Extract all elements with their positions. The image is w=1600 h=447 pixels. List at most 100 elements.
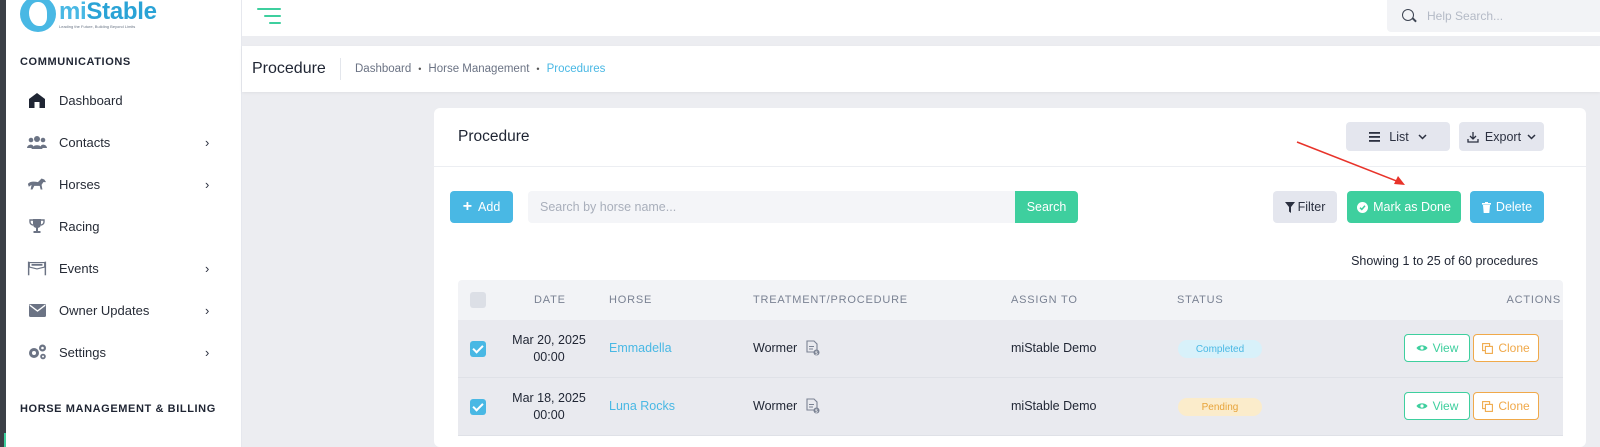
row-checkbox[interactable] (470, 341, 486, 357)
sidebar-item-label: Owner Updates (59, 302, 150, 318)
mark-as-done-label: Mark as Done (1373, 200, 1451, 214)
brand-logo[interactable]: miStable Leading the Future, Building Be… (20, 0, 157, 32)
view-button[interactable]: View (1404, 334, 1470, 362)
filter-label: Filter (1297, 200, 1326, 214)
help-search (1387, 0, 1600, 32)
view-button[interactable]: View (1404, 392, 1470, 420)
brand-name: miStable (59, 0, 157, 25)
filter-icon (1284, 201, 1295, 213)
document-icon[interactable]: $ (806, 340, 820, 361)
top-bar (242, 0, 1600, 36)
section-title-communications: COMMUNICATIONS (20, 56, 131, 68)
column-header-status[interactable]: STATUS (1177, 294, 1224, 306)
row-checkbox[interactable] (470, 399, 486, 415)
delete-label: Delete (1495, 200, 1533, 214)
time-value: 00:00 (533, 408, 565, 422)
svg-text:$: $ (815, 408, 818, 414)
sidebar-item-dashboard[interactable]: Dashboard (6, 83, 242, 117)
home-icon (27, 90, 47, 110)
copy-icon (1482, 400, 1494, 412)
sidebar-item-label: Horses (59, 176, 101, 192)
breadcrumb-horse-management[interactable]: Horse Management (428, 63, 529, 75)
users-icon (27, 132, 47, 152)
view-label: View (1432, 341, 1459, 355)
card-title: Procedure (458, 128, 530, 145)
document-icon[interactable]: $ (806, 398, 820, 419)
eye-icon (1416, 403, 1428, 409)
clone-button[interactable]: Clone (1473, 392, 1539, 420)
sidebar-item-label: Settings (59, 344, 106, 360)
assign-to-cell: miStable Demo (1011, 399, 1097, 413)
horse-link[interactable]: Luna Rocks (609, 399, 675, 413)
header-divider (340, 58, 341, 80)
sidebar-item-settings[interactable]: Settings › (6, 335, 242, 369)
sidebar-item-racing[interactable]: Racing (6, 209, 242, 243)
add-button[interactable]: + Add (450, 191, 513, 223)
column-header-horse[interactable]: HORSE (609, 294, 652, 306)
table-row[interactable]: Mar 20, 2025 00:00 Emmadella Wormer $ mi… (458, 320, 1563, 378)
gears-icon (27, 342, 47, 362)
chevron-down-icon (1418, 133, 1427, 140)
sidebar-item-label: Events (59, 260, 99, 276)
page-title: Procedure (252, 60, 326, 77)
trophy-icon (27, 216, 47, 236)
sidebar-item-contacts[interactable]: Contacts › (6, 125, 242, 159)
sidebar-item-label: Racing (59, 218, 100, 234)
breadcrumb-separator: • (536, 64, 540, 74)
sidebar-item-horses[interactable]: Horses › (6, 167, 242, 201)
table-row[interactable]: Mar 18, 2025 00:00 Luna Rocks Wormer $ m… (458, 378, 1563, 436)
results-count: Showing 1 to 25 of 60 procedures (1351, 254, 1538, 268)
sidebar: miStable Leading the Future, Building Be… (6, 0, 242, 447)
page-header: Procedure Dashboard • Horse Management •… (242, 46, 1600, 92)
trash-icon (1481, 201, 1491, 213)
status-badge: Completed (1178, 340, 1262, 358)
treatment-cell: Wormer (753, 399, 798, 413)
select-all-checkbox[interactable] (470, 292, 486, 308)
breadcrumb-separator: • (418, 64, 422, 74)
column-header-treatment[interactable]: TREATMENT/PROCEDURE (753, 294, 908, 306)
column-header-actions: ACTIONS (1506, 294, 1561, 306)
eye-icon (1416, 345, 1428, 351)
clone-button[interactable]: Clone (1473, 334, 1539, 362)
search-button[interactable]: Search (1015, 191, 1078, 223)
date-cell: Mar 18, 2025 00:00 (504, 390, 594, 424)
mark-as-done-button[interactable]: Mark as Done (1347, 191, 1461, 223)
annotation-arrow-icon (1296, 141, 1405, 185)
brand-tagline: Leading the Future, Building Beyond Limi… (59, 24, 136, 29)
horse-icon (27, 174, 47, 194)
clone-label: Clone (1498, 399, 1530, 413)
add-label: Add (478, 200, 501, 214)
assign-to-cell: miStable Demo (1011, 341, 1097, 355)
copy-icon (1482, 342, 1494, 354)
horse-link[interactable]: Emmadella (609, 341, 672, 355)
sidebar-item-owner-updates[interactable]: Owner Updates › (6, 293, 242, 327)
menu-toggle-icon[interactable] (257, 7, 281, 25)
filter-button[interactable]: Filter (1273, 191, 1337, 223)
breadcrumb-dashboard[interactable]: Dashboard (355, 63, 411, 75)
svg-text:$: $ (815, 350, 818, 356)
download-icon (1467, 131, 1479, 143)
date-value: Mar 20, 2025 (512, 333, 586, 347)
delete-button[interactable]: Delete (1470, 191, 1544, 223)
chevron-right-icon: › (205, 134, 210, 150)
treatment-cell: Wormer (753, 341, 798, 355)
sidebar-item-label: Dashboard (59, 92, 123, 108)
section-title-horse-management-billing: HORSE MANAGEMENT & BILLING (20, 403, 216, 415)
help-search-input[interactable] (1427, 6, 1587, 26)
column-header-date[interactable]: DATE (534, 294, 566, 306)
chevron-right-icon: › (205, 176, 210, 192)
sidebar-item-label: Contacts (59, 134, 111, 150)
check-circle-icon (1357, 201, 1369, 213)
date-cell: Mar 20, 2025 00:00 (504, 332, 594, 366)
horse-search-input[interactable] (528, 191, 1025, 223)
chevron-right-icon: › (205, 344, 210, 360)
column-header-assign-to[interactable]: ASSIGN TO (1011, 294, 1078, 306)
envelope-icon (27, 300, 47, 320)
export-dropdown[interactable]: Export (1459, 122, 1544, 151)
chevron-right-icon: › (205, 302, 210, 318)
date-value: Mar 18, 2025 (512, 391, 586, 405)
sidebar-item-events[interactable]: Events › (6, 251, 242, 285)
status-badge: Pending (1178, 398, 1262, 416)
time-value: 00:00 (533, 350, 565, 364)
banner-icon (27, 258, 47, 278)
